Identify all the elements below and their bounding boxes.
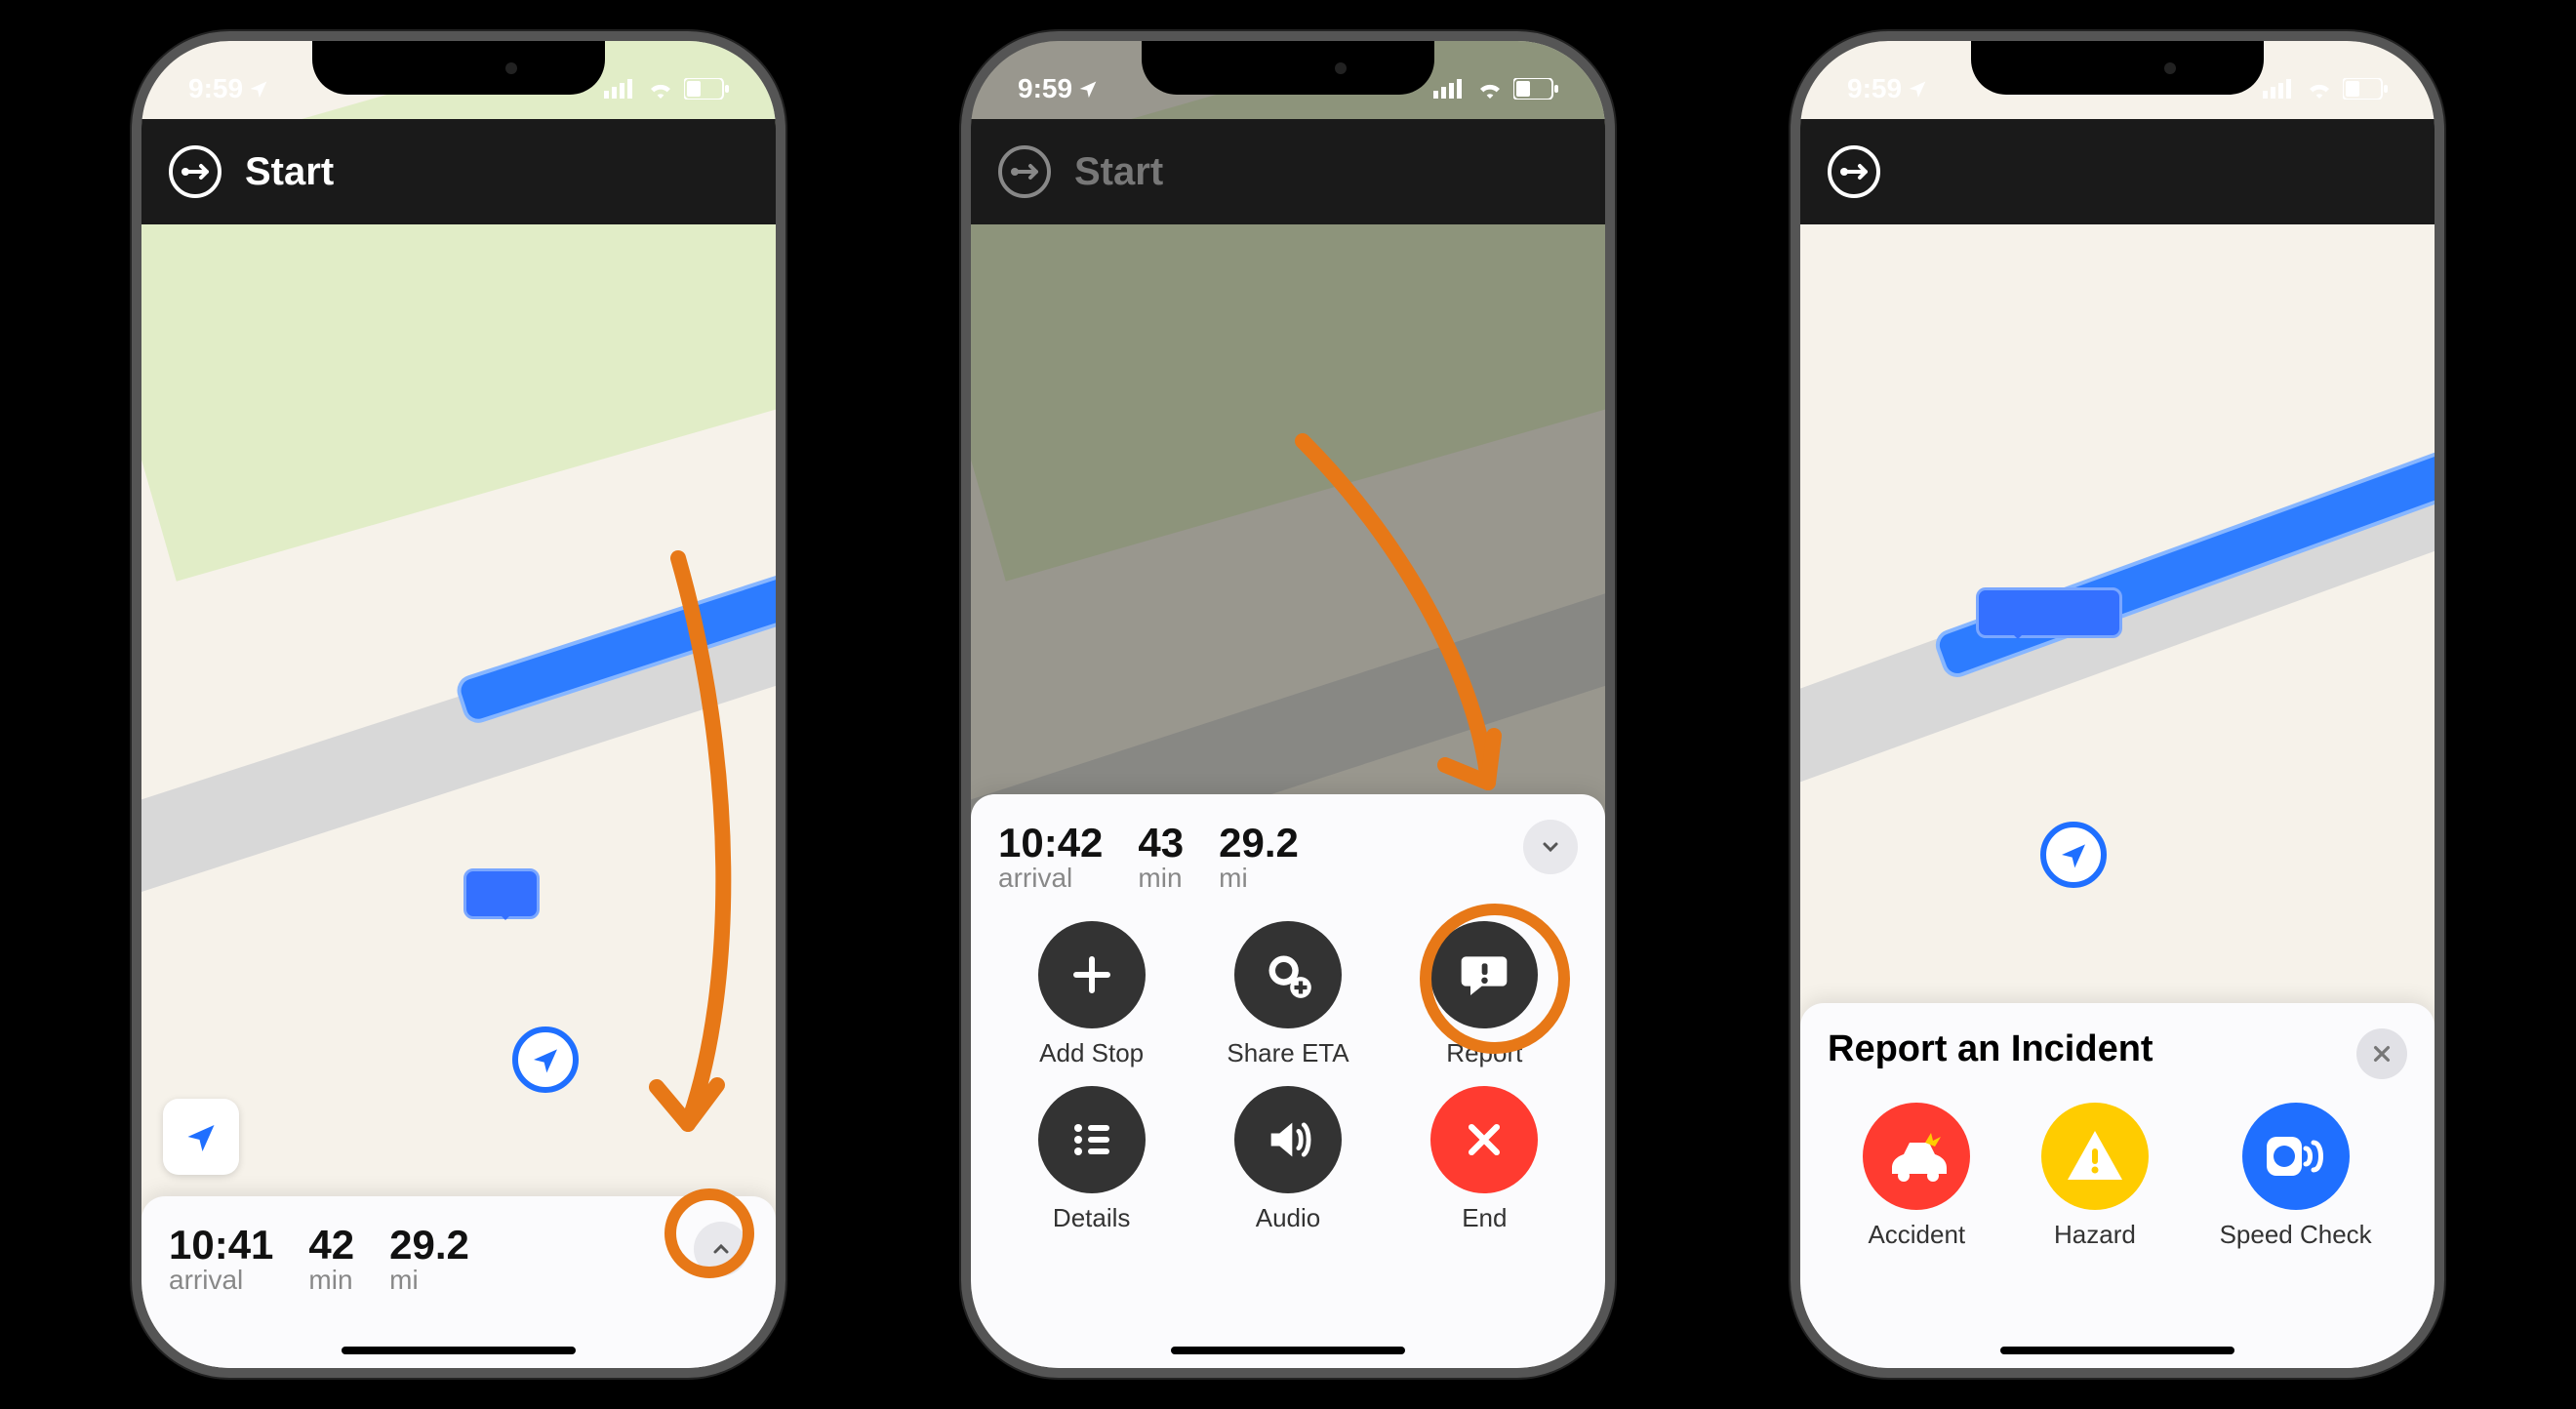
roundabout-icon bbox=[1828, 145, 1880, 198]
arrival-label: arrival bbox=[998, 863, 1103, 894]
navigation-banner: Start bbox=[971, 119, 1605, 224]
minutes-label: min bbox=[1138, 863, 1184, 894]
x-icon bbox=[1463, 1118, 1506, 1161]
chevron-down-icon bbox=[1539, 835, 1562, 859]
collapse-tray-button[interactable] bbox=[1523, 820, 1578, 874]
cellular-icon bbox=[604, 79, 637, 99]
battery-icon bbox=[684, 78, 729, 100]
details-label: Details bbox=[1053, 1203, 1130, 1233]
end-action[interactable]: End bbox=[1391, 1086, 1578, 1233]
route-metrics: 10:42arrival 43min 29.2mi bbox=[998, 820, 1299, 894]
add-stop-action[interactable]: Add Stop bbox=[998, 921, 1185, 1068]
details-action[interactable]: Details bbox=[998, 1086, 1185, 1233]
plus-icon bbox=[1068, 951, 1115, 998]
notch bbox=[1142, 41, 1434, 95]
heading-indicator bbox=[512, 1027, 579, 1093]
accident-label: Accident bbox=[1868, 1220, 1965, 1250]
distance-label: mi bbox=[1219, 863, 1299, 894]
distance-value: 29.2 bbox=[389, 1222, 469, 1268]
notch bbox=[312, 41, 605, 95]
status-time: 9:59 bbox=[188, 73, 243, 104]
location-services-icon bbox=[1908, 79, 1927, 99]
audio-action[interactable]: Audio bbox=[1194, 1086, 1381, 1233]
notch bbox=[1971, 41, 2264, 95]
battery-icon bbox=[1513, 78, 1558, 100]
distance-label: mi bbox=[389, 1265, 469, 1296]
speed-check-option[interactable]: Speed Check bbox=[2220, 1103, 2372, 1250]
highlight-ring bbox=[1420, 904, 1570, 1054]
phone-step-3: 9:59 Report an Incident bbox=[1791, 31, 2444, 1378]
location-services-icon bbox=[249, 79, 268, 99]
route-tray-expanded[interactable]: 10:42arrival 43min 29.2mi Add Stop Share… bbox=[971, 794, 1605, 1368]
list-icon bbox=[1068, 1116, 1115, 1163]
route-metrics: 10:41arrival 42min 29.2mi bbox=[169, 1222, 469, 1296]
wifi-icon bbox=[647, 79, 674, 99]
share-eta-action[interactable]: Share ETA bbox=[1194, 921, 1381, 1068]
speaker-icon bbox=[1263, 1114, 1313, 1165]
accident-icon bbox=[1882, 1127, 1951, 1186]
home-indicator bbox=[342, 1347, 576, 1354]
roundabout-icon bbox=[169, 145, 221, 198]
distance-value: 29.2 bbox=[1219, 820, 1299, 866]
sheet-title: Report an Incident bbox=[1828, 1028, 2153, 1070]
speed-check-label: Speed Check bbox=[2220, 1220, 2372, 1250]
cellular-icon bbox=[2263, 79, 2296, 99]
audio-label: Audio bbox=[1256, 1203, 1321, 1233]
phone-step-1: 9:59 Start 10:41arrival 42min 29.2 bbox=[132, 31, 785, 1378]
battery-icon bbox=[2343, 78, 2388, 100]
location-services-icon bbox=[1078, 79, 1098, 99]
arrival-time: 10:41 bbox=[169, 1222, 273, 1268]
add-stop-label: Add Stop bbox=[1039, 1038, 1144, 1068]
nav-direction-title: Start bbox=[1074, 150, 1163, 194]
home-indicator bbox=[1171, 1347, 1405, 1354]
hazard-label: Hazard bbox=[2054, 1220, 2136, 1250]
minutes-label: min bbox=[308, 1265, 354, 1296]
minutes-value: 43 bbox=[1138, 820, 1184, 866]
status-time: 9:59 bbox=[1018, 73, 1072, 104]
close-icon bbox=[2371, 1043, 2393, 1065]
share-eta-icon bbox=[1263, 949, 1313, 1000]
map-canvas[interactable] bbox=[141, 41, 776, 1368]
phone-step-2: 9:59 Start 10:42arrival 43min 29.2mi bbox=[961, 31, 1615, 1378]
hazard-icon bbox=[2064, 1125, 2126, 1188]
wifi-icon bbox=[2306, 79, 2333, 99]
status-time: 9:59 bbox=[1847, 73, 1902, 104]
share-eta-label: Share ETA bbox=[1227, 1038, 1348, 1068]
nav-direction-title: Start bbox=[245, 150, 334, 194]
cellular-icon bbox=[1433, 79, 1467, 99]
highlight-ring bbox=[664, 1188, 754, 1278]
current-location-marker bbox=[463, 868, 540, 919]
hazard-option[interactable]: Hazard bbox=[2041, 1103, 2149, 1250]
accident-option[interactable]: Accident bbox=[1863, 1103, 1970, 1250]
navigation-banner: Start bbox=[141, 119, 776, 224]
report-incident-sheet[interactable]: Report an Incident Accident Hazard Speed… bbox=[1800, 1003, 2435, 1368]
roundabout-icon bbox=[998, 145, 1051, 198]
arrival-time: 10:42 bbox=[998, 820, 1103, 866]
home-indicator bbox=[2000, 1347, 2234, 1354]
minutes-value: 42 bbox=[308, 1222, 354, 1268]
end-label: End bbox=[1462, 1203, 1507, 1233]
recenter-button[interactable] bbox=[163, 1099, 239, 1175]
navigation-banner bbox=[1800, 119, 2435, 224]
arrival-label: arrival bbox=[169, 1265, 273, 1296]
current-location-marker bbox=[1976, 587, 2122, 638]
speed-check-icon bbox=[2263, 1129, 2329, 1184]
close-button[interactable] bbox=[2356, 1028, 2407, 1079]
heading-indicator bbox=[2040, 822, 2107, 888]
wifi-icon bbox=[1476, 79, 1504, 99]
location-arrow-icon bbox=[183, 1119, 219, 1154]
